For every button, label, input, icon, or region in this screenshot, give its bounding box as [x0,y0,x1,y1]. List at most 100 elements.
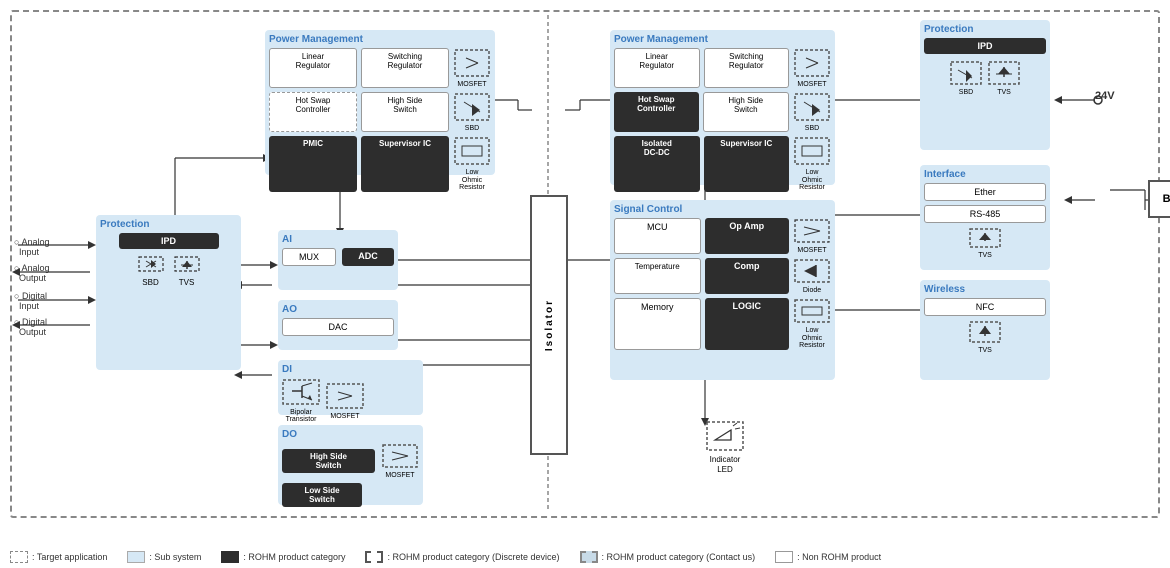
legend: : Target application : Sub system : ROHM… [10,551,1160,563]
legend-non-rohm: : Non ROHM product [775,551,881,563]
left-pm-sbd-symbol [454,92,490,122]
sc-mosfet-symbol [794,218,830,244]
left-protection-sbd-symbol [137,253,165,275]
analog-output-label: ○ Analog Output [14,263,49,283]
left-linear-reg: LinearRegulator [269,48,357,88]
ao-section: AO DAC [278,300,398,350]
sc-diode-symbol [794,258,830,284]
left-pm-low-ohmic-label: LowOhmicResistor [453,169,491,192]
right-pm-low-ohmic-symbol [794,136,830,166]
left-pmic: PMIC [269,136,357,192]
di-mosfet-symbol [326,382,364,410]
legend-target-app-text: : Target application [32,552,107,562]
di-mosfet-label: MOSFET [326,413,364,420]
right-pm-sbd-label: SBD [793,125,831,132]
right-protection-tvs-symbol [988,60,1020,86]
left-supervisor-ic: Supervisor IC [361,136,449,192]
indicator-led-container: IndicatorLED [695,420,755,474]
interface-rs485: RS-485 [924,205,1046,223]
di-label: DI [282,364,419,375]
right-protection-label: Protection [924,24,1046,35]
sc-memory: Memory [614,298,701,350]
ao-dac: DAC [282,318,394,336]
interface-tvs-symbol [969,227,1001,249]
interface-section: Interface Ether RS-485 TVS [920,165,1050,270]
right-protection-section: Protection IPD SBD TVS [920,20,1050,150]
legend-rohm-product-text: : ROHM product category [243,552,345,562]
right-pm-mosfet-label: MOSFET [793,81,831,88]
right-pm-sbd-symbol [794,92,830,122]
left-pm-mosfet-label: MOSFET [453,81,491,88]
left-hot-swap: Hot SwapController [269,92,357,132]
do-mosfet-symbol [382,443,418,469]
right-high-side: High SideSwitch [703,92,790,132]
signal-control-label: Signal Control [614,204,831,215]
sc-op-amp: Op Amp [705,218,790,254]
legend-rohm-discrete: : ROHM product category (Discrete device… [365,551,559,563]
right-protection-ipd: IPD [924,38,1046,54]
legend-rohm-product-icon [221,551,239,563]
wireless-tvs-label: TVS [969,347,1001,354]
di-bipolar-label: BipolarTransistor [282,409,320,423]
left-protection-ipd: IPD [119,233,219,249]
isolator-label: Isolator [544,299,555,351]
sc-temperature: Temperature [614,258,701,294]
sc-low-ohmic-label: LowOhmicResistor [793,327,831,350]
legend-rohm-contact-icon [580,551,598,563]
legend-rohm-discrete-text: : ROHM product category (Discrete device… [387,552,559,562]
left-switching-reg: SwitchingRegulator [361,48,449,88]
ao-label: AO [282,304,394,315]
left-pm-low-ohmic-symbol [454,136,490,166]
do-mosfet-label: MOSFET [381,472,419,479]
signal-control-section: Signal Control MCU Op Amp MOSFET Tempera… [610,200,835,380]
right-switching-reg: SwitchingRegulator [704,48,790,88]
voltage-24v-label: 24V [1095,90,1115,102]
legend-subsystem: : Sub system [127,551,201,563]
isolator-box: Isolator [530,195,568,455]
legend-target-app-icon [10,551,28,563]
right-supervisor-ic: Supervisor IC [704,136,790,192]
di-bipolar-symbol [282,378,320,406]
legend-subsystem-icon [127,551,145,563]
indicator-led-symbol [705,420,745,455]
left-power-mgmt-section: Power Management LinearRegulator Switchi… [265,30,495,175]
interface-ether: Ether [924,183,1046,201]
main-container: ○ Analog Input ○ Analog Output ○ Digital… [0,0,1170,568]
wireless-tvs-symbol [969,320,1001,344]
do-low-side: Low SideSwitch [282,483,362,507]
right-protection-tvs-label: TVS [988,89,1020,96]
digital-output-label: ○ Digital Output [14,317,47,337]
ai-adc: ADC [342,248,394,266]
left-protection-sbd-label: SBD [137,278,165,287]
di-section: DI BipolarTransistor [278,360,423,415]
right-power-mgmt-section: Power Management LinearRegulator Switchi… [610,30,835,185]
right-protection-sbd-label: SBD [950,89,982,96]
legend-non-rohm-text: : Non ROHM product [797,552,881,562]
sc-low-ohmic-symbol [794,298,830,324]
left-power-mgmt-label: Power Management [269,34,491,45]
do-high-side: High SideSwitch [282,449,375,473]
analog-input-label: ○ Analog Input [14,237,49,257]
interface-tvs-label: TVS [969,252,1001,259]
interface-label: Interface [924,169,1046,180]
sc-comp: Comp [705,258,790,294]
sc-diode-label: Diode [793,287,831,294]
legend-non-rohm-icon [775,551,793,563]
legend-rohm-discrete-icon [365,551,383,563]
left-pm-sbd-label: SBD [453,125,491,132]
sc-logic: LOGIC [705,298,790,350]
sc-mosfet-label: MOSFET [793,247,831,254]
right-isolated-dcdc: IsolatedDC-DC [614,136,700,192]
left-protection-tvs-label: TVS [173,278,201,287]
right-protection-sbd-symbol [950,60,982,86]
wireless-label: Wireless [924,284,1046,295]
wireless-section: Wireless NFC TVS [920,280,1050,380]
digital-input-label: ○ Digital Input [14,291,47,311]
wireless-nfc: NFC [924,298,1046,316]
do-label: DO [282,429,419,440]
right-pm-mosfet-symbol [794,48,830,78]
left-protection-label: Protection [100,219,237,230]
legend-rohm-contact-text: : ROHM product category (Contact us) [602,552,756,562]
do-section: DO High SideSwitch MOSFET Low SideSwitch [278,425,423,505]
left-pm-mosfet-symbol [454,48,490,78]
